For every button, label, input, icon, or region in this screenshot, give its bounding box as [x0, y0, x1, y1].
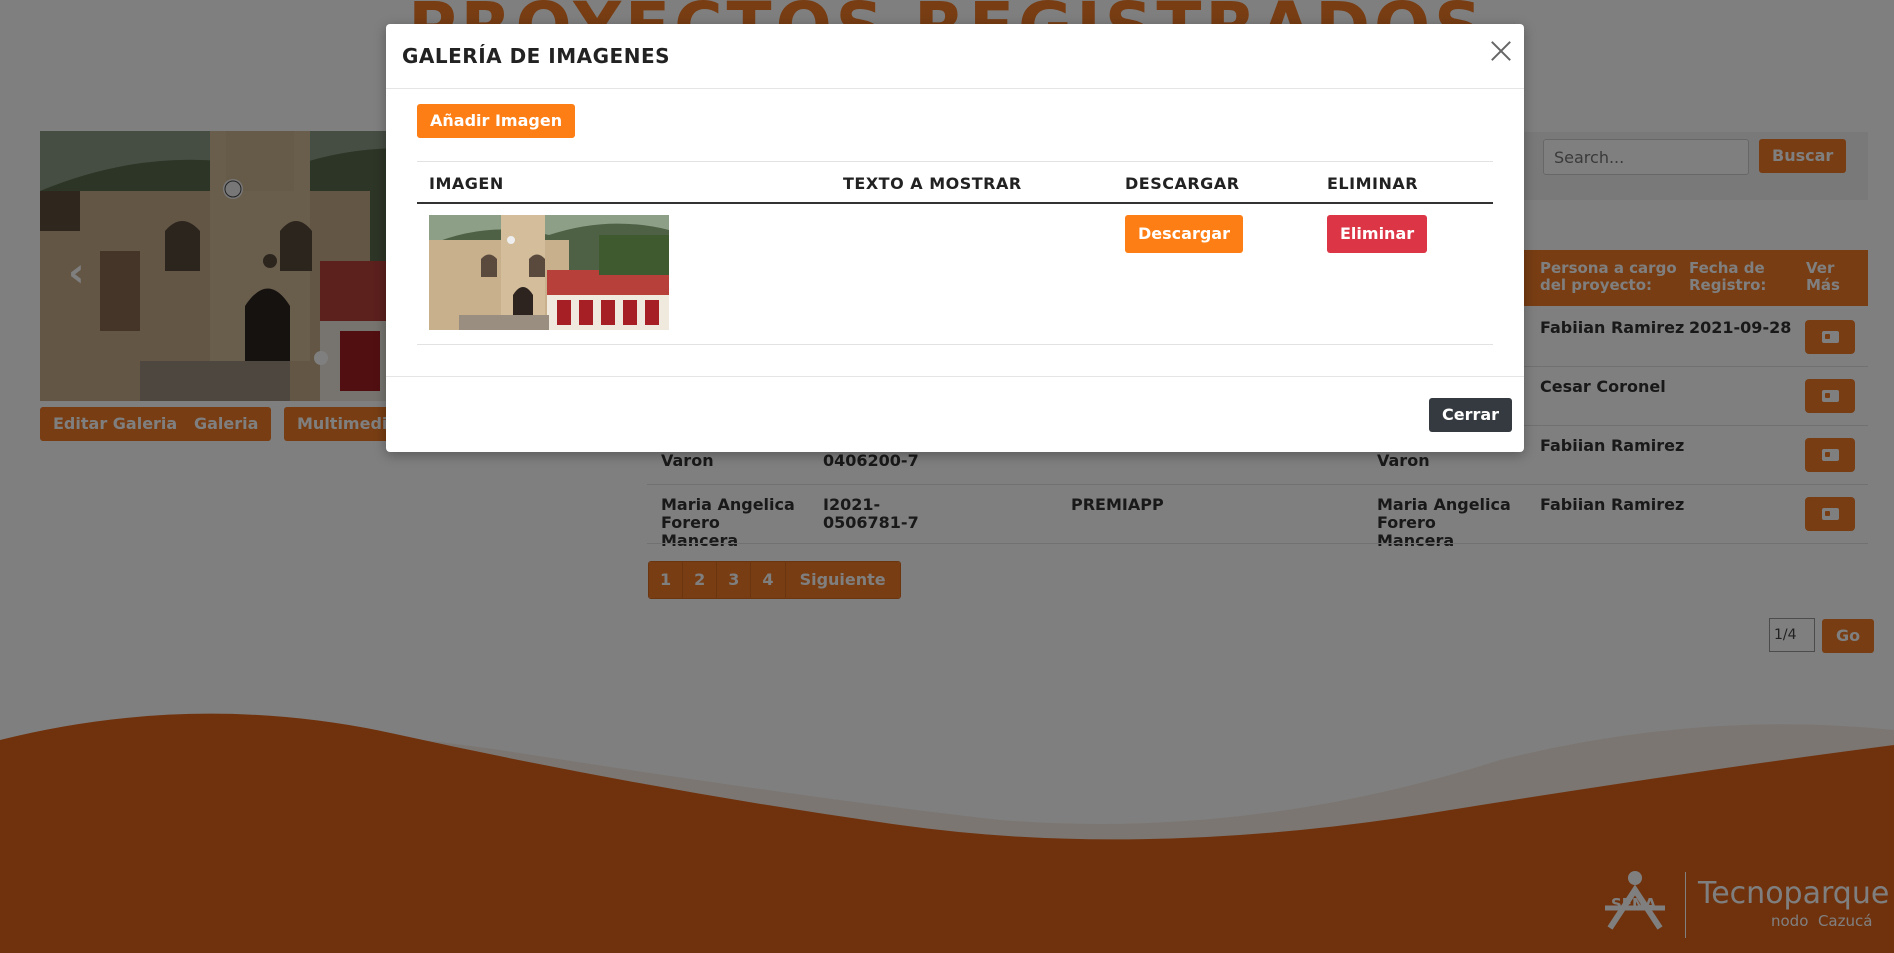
- modal-footer: Cerrar: [386, 376, 1524, 453]
- close-modal-button[interactable]: Cerrar: [1429, 398, 1513, 432]
- column-imagen: IMAGEN: [429, 174, 504, 193]
- close-icon[interactable]: [1488, 38, 1514, 64]
- gallery-modal: GALERÍA DE IMAGENES Añadir Imagen IMAGEN…: [386, 24, 1524, 452]
- column-descargar: DESCARGAR: [1125, 174, 1240, 193]
- gallery-thumbnail: [429, 215, 669, 330]
- table-row: Descargar Eliminar: [417, 203, 1493, 345]
- download-button[interactable]: Descargar: [1125, 215, 1243, 253]
- column-eliminar: ELIMINAR: [1327, 174, 1419, 193]
- modal-title: GALERÍA DE IMAGENES: [402, 44, 671, 68]
- modal-header: GALERÍA DE IMAGENES: [386, 24, 1524, 89]
- gallery-table-header: IMAGEN TEXTO A MOSTRAR DESCARGAR ELIMINA…: [417, 161, 1493, 204]
- delete-button[interactable]: Eliminar: [1327, 215, 1428, 253]
- add-image-button[interactable]: Añadir Imagen: [417, 104, 576, 138]
- page: PROYECTOS REGISTRADOS ‹ Edit: [0, 0, 1894, 953]
- column-texto: TEXTO A MOSTRAR: [843, 174, 1022, 193]
